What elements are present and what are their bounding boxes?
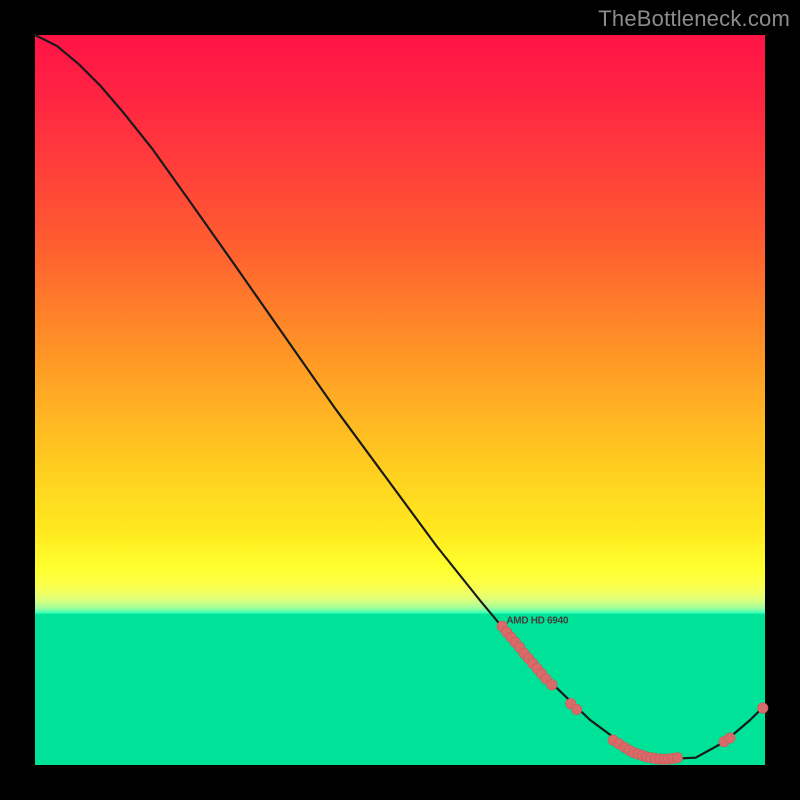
gpu-marker: [547, 680, 557, 690]
watermark-text: TheBottleneck.com: [598, 6, 790, 32]
gpu-marker: [725, 733, 735, 743]
gpu-markers: [497, 621, 768, 764]
bottleneck-curve: [35, 35, 765, 759]
gpu-annotation-label: AMD HD 6940: [506, 616, 568, 627]
plot-area: AMD HD 6940: [35, 35, 765, 765]
gpu-marker: [672, 753, 682, 763]
gpu-marker: [571, 704, 581, 714]
gpu-marker: [758, 703, 768, 713]
chart-stage: TheBottleneck.com AMD HD 6940: [0, 0, 800, 800]
curve-svg: [35, 35, 765, 765]
